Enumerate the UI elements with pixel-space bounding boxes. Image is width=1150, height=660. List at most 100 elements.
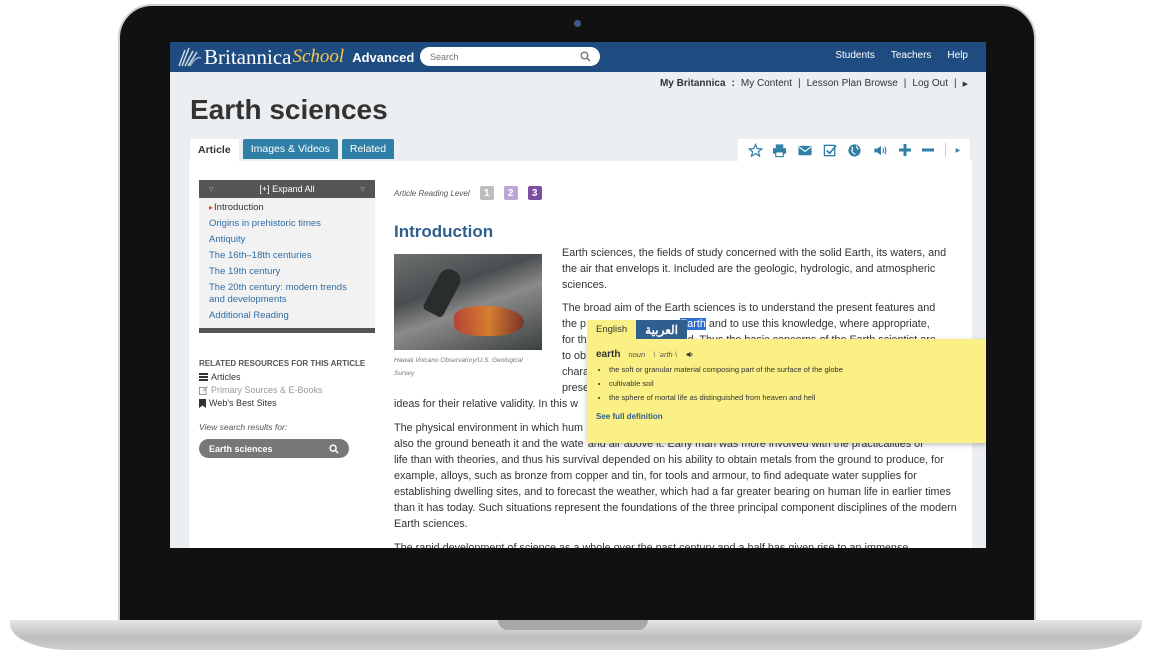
laptop-notch	[498, 620, 648, 630]
photo-lava	[454, 306, 524, 336]
translate-globe-icon[interactable]	[847, 143, 862, 158]
top-links: Students Teachers Help	[835, 50, 968, 61]
related-articles-label: Articles	[211, 372, 241, 382]
pronunciation-audio-icon[interactable]	[685, 350, 695, 359]
language-tab-english[interactable]: English	[587, 320, 637, 339]
reading-level-3-button[interactable]: 3	[527, 186, 542, 200]
related-web-sites-link[interactable]: Web's Best Sites	[199, 398, 375, 408]
toc-item-antiquity[interactable]: Antiquity	[199, 232, 375, 248]
list-icon	[199, 373, 208, 381]
paragraph-1: Earth sciences, the fields of study conc…	[562, 247, 947, 291]
article-photo[interactable]	[394, 254, 542, 350]
tab-related[interactable]: Related	[341, 139, 395, 159]
userbar-separator: |	[954, 78, 957, 89]
p2-line2-b: and to use this knowledge, where appropr…	[708, 318, 930, 330]
search-icon	[329, 443, 339, 454]
dictionary-part-of-speech: noun	[628, 350, 646, 359]
toolbar-divider	[944, 143, 946, 157]
toc-list: Introduction Origins in prehistoric time…	[199, 198, 375, 333]
reading-level-1-button[interactable]: 1	[479, 186, 494, 200]
dictionary-language-tabs: English العربية	[587, 320, 687, 339]
search-term-label: Earth sciences	[209, 443, 273, 454]
paragraph-3-rest: life than with theories, and thus his su…	[394, 454, 957, 530]
dictionary-word: earth	[596, 349, 621, 360]
toc-item-additional-reading[interactable]: Additional Reading	[199, 308, 375, 324]
tab-article[interactable]: Article	[190, 139, 239, 161]
definition-item: the sphere of mortal life as distinguish…	[609, 391, 843, 405]
section-heading: Introduction	[394, 222, 494, 241]
page-title: Earth sciences	[190, 94, 388, 125]
print-icon[interactable]	[772, 143, 787, 158]
audio-icon[interactable]	[872, 143, 888, 158]
search-input[interactable]	[428, 50, 572, 63]
bookmark-icon	[199, 398, 206, 408]
search-term-button[interactable]: Earth sciences	[199, 439, 349, 458]
reading-level: Article Reading Level 1 2 3	[394, 186, 542, 200]
search-box	[420, 47, 600, 66]
p2-line2-a: the p	[562, 318, 587, 330]
cite-icon[interactable]	[823, 143, 838, 158]
search-icon[interactable]	[580, 51, 591, 62]
paragraph-2-line-5: chara	[562, 366, 590, 378]
related-web-sites-label: Web's Best Sites	[209, 398, 277, 408]
top-navbar: Britannica School Advanced Students Teac…	[170, 42, 986, 72]
userbar-separator: |	[903, 78, 907, 89]
view-search-results-label: View search results for:	[199, 422, 288, 432]
zoom-in-icon[interactable]	[898, 143, 912, 157]
userbar-colon: :	[731, 78, 735, 89]
paragraph-3-line-1: The physical environment in which hum	[394, 422, 584, 434]
language-tab-arabic[interactable]: العربية	[636, 320, 687, 339]
article-toolbar: ▶	[738, 139, 970, 161]
chevron-down-icon: ▽	[360, 186, 365, 193]
my-content-link[interactable]: My Content	[741, 78, 792, 89]
chevron-down-icon: ▽	[209, 186, 214, 193]
webcam	[574, 20, 581, 27]
related-resources-title: RELATED RESOURCES FOR THIS ARTICLE	[199, 359, 366, 368]
students-link[interactable]: Students	[835, 50, 874, 61]
log-out-link[interactable]: Log Out	[912, 78, 948, 89]
user-bar: My Britannica : My Content | Lesson Plan…	[660, 78, 968, 89]
toc-item-16th-18th[interactable]: The 16th–18th centuries	[199, 248, 375, 264]
email-icon[interactable]	[797, 143, 813, 158]
table-of-contents: ▽ [+] Expand All ▽ Introduction Origins …	[199, 180, 375, 333]
brand-school: School	[292, 46, 345, 67]
toc-item-introduction[interactable]: Introduction	[199, 200, 375, 216]
paragraph-2-line-1: The broad aim of the Earth sciences is t…	[562, 302, 936, 314]
caret-right-icon[interactable]: ▶	[963, 80, 968, 88]
toc-item-19th[interactable]: The 19th century	[199, 264, 375, 280]
star-icon[interactable]	[747, 142, 763, 158]
screen: Britannica School Advanced Students Teac…	[170, 42, 986, 548]
paragraph-2-last-line: ideas for their relative validity. In th…	[394, 398, 579, 410]
related-primary-sources-label: Primary Sources & E-Books	[211, 385, 323, 395]
definition-item: cultivable soil	[609, 377, 843, 391]
related-primary-sources-link[interactable]: Primary Sources & E-Books	[199, 385, 375, 395]
my-britannica-label: My Britannica	[659, 78, 726, 89]
dictionary-definitions: the soft or granular material composing …	[601, 363, 843, 405]
expand-all-button[interactable]: ▽ [+] Expand All ▽	[199, 180, 375, 198]
definition-item: the soft or granular material composing …	[609, 363, 843, 377]
reading-level-2-button[interactable]: 2	[503, 186, 518, 200]
p3-line2-a: also the ground beneath it and the wate	[394, 438, 584, 450]
photo-caption: Hawaii Volcano Observatory/U.S. Geologic…	[394, 357, 523, 377]
related-articles-link[interactable]: Articles	[199, 372, 375, 382]
teachers-link[interactable]: Teachers	[891, 50, 932, 61]
help-link[interactable]: Help	[947, 50, 968, 61]
zoom-out-icon[interactable]	[921, 143, 935, 157]
brand-name: Britannica	[204, 44, 292, 69]
tab-images-videos[interactable]: Images & Videos	[242, 139, 338, 159]
britannica-logo[interactable]: Britannica School Advanced	[176, 45, 414, 69]
userbar-separator: |	[798, 78, 801, 89]
dictionary-entry: earth noun \ ˈərth \	[596, 349, 695, 360]
p2-line3-a: for th	[562, 334, 587, 346]
toc-item-20th[interactable]: The 20th century: modern trends and deve…	[199, 280, 375, 308]
expand-all-label: [+] Expand All	[259, 184, 315, 194]
paragraph-2-line-6: prese	[562, 382, 590, 394]
paragraph-4: The rapid development of science as a wh…	[394, 542, 909, 548]
article-tabs: Article Images & Videos Related	[190, 139, 395, 161]
lesson-plan-browse-link[interactable]: Lesson Plan Browse	[807, 78, 898, 89]
toolbar-caret-right-icon[interactable]: ▶	[956, 147, 961, 154]
paragraph-2-line-4: to ob	[562, 350, 587, 362]
toc-item-prehistoric[interactable]: Origins in prehistoric times	[199, 216, 375, 232]
see-full-definition-link[interactable]: See full definition	[596, 412, 663, 421]
dictionary-popup: English العربية earth noun \ ˈərth \ the…	[587, 320, 986, 443]
